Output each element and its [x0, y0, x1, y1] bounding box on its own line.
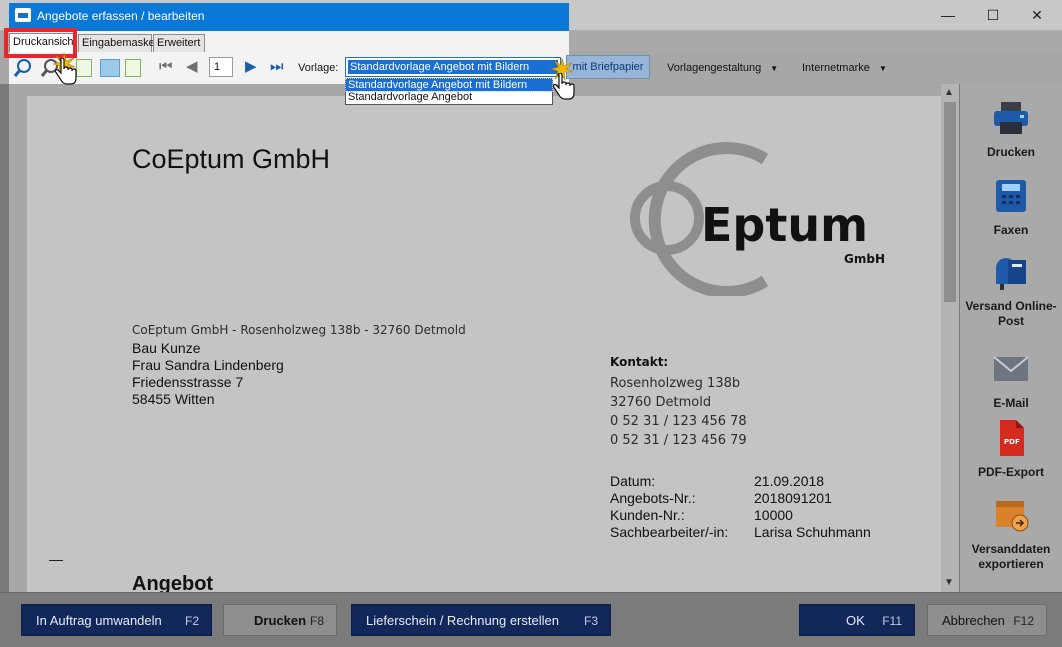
kontakt-line: Rosenholzweg 138b: [610, 376, 741, 391]
zoom-in-icon[interactable]: [13, 58, 33, 78]
kontakt-line: 0 52 31 / 123 456 78: [610, 414, 747, 429]
minimize-button[interactable]: —: [925, 0, 971, 31]
sidebar-item-email[interactable]: E-Mail: [960, 351, 1062, 411]
button-label: Abbrechen: [942, 613, 1005, 628]
tab-strip: Druckansicht Eingabemaske Erweitert: [0, 31, 1062, 52]
meta-label-sachbearbeiter: Sachbearbeiter/-in:: [610, 524, 729, 540]
single-page-icon[interactable]: [76, 59, 92, 77]
drucken-button[interactable]: Drucken F8: [223, 604, 337, 636]
pdf-icon: PDF: [1000, 420, 1024, 456]
meta-value-kunden-nr: 10000: [754, 507, 793, 523]
close-button[interactable]: ✕: [1014, 0, 1060, 31]
hand-cursor-icon: [55, 58, 77, 85]
chevron-down-icon: ▼: [878, 64, 887, 73]
next-page-icon[interactable]: ▶: [245, 57, 257, 77]
scroll-thumb[interactable]: [944, 102, 956, 302]
scroll-up-icon[interactable]: ▲: [944, 87, 954, 99]
meta-value-datum: 21.09.2018: [754, 473, 825, 489]
recipient-line: Frau Sandra Lindenberg: [132, 357, 284, 373]
tab-eingabemaske[interactable]: Eingabemaske: [78, 34, 155, 52]
sidebar-label: PDF-Export: [978, 465, 1044, 479]
app-icon: [15, 8, 31, 22]
shortcut-key: F2: [184, 614, 199, 628]
document-heading: Angebot: [132, 573, 214, 592]
recipient-line: 58455 Witten: [132, 391, 215, 407]
sidebar-label: Versand Online-Post: [965, 299, 1057, 328]
vorlage-option[interactable]: Standardvorlage Angebot mit Bildern: [345, 78, 553, 92]
sender-line: CoEptum GmbH - Rosenholzweg 138b - 32760…: [132, 323, 466, 337]
previous-page-icon[interactable]: ◀: [186, 57, 198, 77]
button-label: Drucken: [254, 613, 307, 628]
sidebar-item-drucken[interactable]: Drucken: [960, 100, 1062, 160]
mailbox-icon: [996, 258, 1026, 290]
maximize-button[interactable]: ☐: [970, 0, 1016, 31]
first-page-icon[interactable]: ⏮: [159, 57, 173, 77]
svg-text:PDF: PDF: [1004, 438, 1020, 446]
meta-label-angebots-nr: Angebots-Nr.:: [610, 490, 696, 506]
sidebar-label: E-Mail: [993, 396, 1029, 410]
document-page: CoEptum GmbH Eptum GmbH CoEptum GmbH - R…: [27, 96, 941, 592]
vorlagengestaltung-menu[interactable]: Vorlagengestaltung ▼: [667, 62, 778, 74]
lieferschein-rechnung-button[interactable]: Lieferschein / Rechnung erstellen F3: [351, 604, 611, 636]
internetmarke-label: Internetmarke: [802, 62, 870, 74]
vorlage-option[interactable]: Standardvorlage Angebot: [346, 91, 552, 103]
shortcut-key: F3: [583, 614, 598, 628]
shortcut-key: F11: [882, 614, 902, 628]
recipient-line: Bau Kunze: [132, 340, 201, 356]
title-bar-active-region: Angebote erfassen / bearbeiten: [9, 3, 569, 31]
page-number-input[interactable]: 1: [209, 57, 233, 77]
button-label: OK: [846, 613, 865, 628]
kontakt-line: 32760 Detmold: [610, 395, 712, 410]
meta-value-angebots-nr: 2018091201: [754, 490, 832, 506]
hand-cursor-icon: [553, 73, 575, 100]
page-width-icon[interactable]: [125, 59, 141, 77]
logo-wordmark: Eptum: [701, 198, 868, 252]
logo-subtext: GmbH: [844, 252, 885, 266]
last-page-icon[interactable]: ⏭: [270, 57, 284, 77]
sidebar-item-versand-online-post[interactable]: Versand Online-Post: [960, 254, 1062, 329]
in-auftrag-umwandeln-button[interactable]: In Auftrag umwandeln F2: [21, 604, 212, 636]
button-label: Lieferschein / Rechnung erstellen: [366, 613, 559, 628]
company-logo: Eptum GmbH: [630, 142, 885, 296]
shortcut-key: F8: [309, 614, 324, 628]
company-name: CoEptum GmbH: [132, 144, 331, 174]
meta-label-datum: Datum:: [610, 473, 656, 489]
vorlage-label: Vorlage:: [298, 62, 339, 74]
title-bar: Angebote erfassen / bearbeiten — ☐ ✕: [0, 0, 1062, 31]
sidebar-item-pdf-export[interactable]: PDF PDF-Export: [960, 420, 1062, 480]
recipient-line: Friedensstrasse 7: [132, 374, 244, 390]
button-label: In Auftrag umwandeln: [36, 613, 162, 628]
chevron-down-icon: ▼: [770, 64, 779, 73]
kontakt-line: 0 52 31 / 123 456 79: [610, 433, 747, 448]
vorlage-dropdown-list: Standardvorlage Angebot mit Bildern Stan…: [345, 78, 553, 105]
tab-erweitert[interactable]: Erweitert: [153, 34, 205, 52]
ok-button[interactable]: OK F11: [799, 604, 915, 636]
window-title: Angebote erfassen / bearbeiten: [37, 9, 205, 23]
printer-icon: [994, 102, 1028, 134]
package-export-icon: [996, 501, 1029, 532]
fold-mark: —: [49, 551, 63, 567]
vorlage-select[interactable]: Standardvorlage Angebot mit Bildern: [345, 57, 561, 77]
document-preview-area[interactable]: CoEptum GmbH Eptum GmbH CoEptum GmbH - R…: [9, 84, 959, 592]
fax-icon: [996, 180, 1026, 212]
briefpapier-button[interactable]: mit Briefpapier: [566, 55, 650, 79]
meta-value-sachbearbeiter: Larisa Schuhmann: [754, 524, 871, 540]
kontakt-heading: Kontakt:: [610, 355, 669, 369]
vertical-scrollbar[interactable]: ▲ ▼: [941, 84, 959, 592]
meta-label-kunden-nr: Kunden-Nr.:: [610, 507, 685, 523]
sidebar-label: Drucken: [986, 145, 1036, 159]
vorlage-selected-value: Standardvorlage Angebot mit Bildern: [348, 60, 558, 74]
internetmarke-menu[interactable]: Internetmarke ▼: [802, 62, 887, 74]
sidebar-label: Faxen: [993, 223, 1029, 237]
two-page-icon[interactable]: [100, 59, 120, 77]
scroll-down-icon[interactable]: ▼: [944, 577, 954, 589]
abbrechen-button[interactable]: Abbrechen F12: [927, 604, 1047, 636]
envelope-icon: [993, 356, 1029, 381]
vorlagengestaltung-label: Vorlagengestaltung: [667, 62, 762, 74]
sidebar-item-versanddaten-exportieren[interactable]: Versanddaten exportieren: [960, 497, 1062, 572]
shortcut-key: F12: [1013, 614, 1034, 628]
action-sidebar: Drucken Faxen Versand Online-Post E-Mail: [960, 84, 1062, 592]
sidebar-item-faxen[interactable]: Faxen: [960, 178, 1062, 238]
sidebar-label: Versanddaten exportieren: [971, 542, 1051, 571]
